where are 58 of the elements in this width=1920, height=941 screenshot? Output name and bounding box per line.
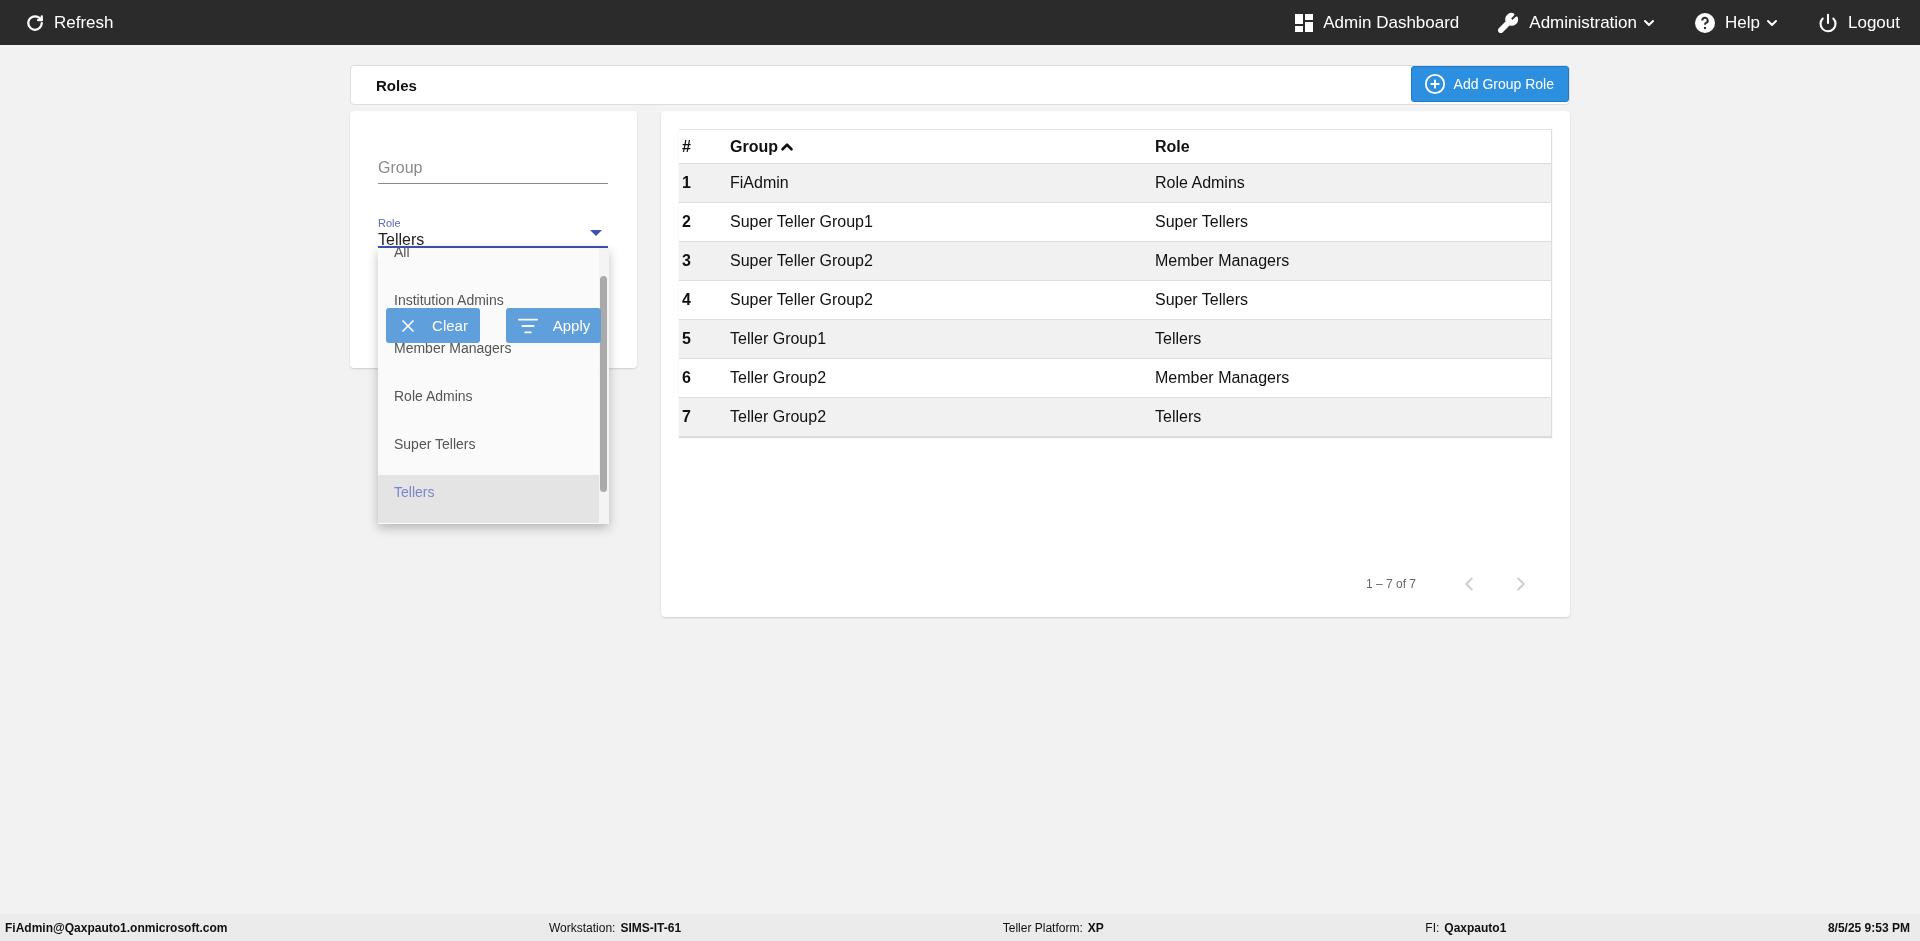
- table-cell-text: Tellers: [1154, 330, 1203, 348]
- table-cell-text: Super Teller Group2: [729, 252, 874, 270]
- power-icon: [1818, 12, 1838, 33]
- status-label: Workstation:: [548, 920, 616, 935]
- table-cell-text: 3: [681, 252, 692, 270]
- table-cell-text: Teller Group1: [729, 330, 828, 348]
- table-cell-text: 6: [681, 369, 692, 387]
- table-row[interactable]: 7 Teller Group2 Tellers: [679, 398, 1551, 437]
- status-label: FI:: [1425, 920, 1440, 935]
- table-row[interactable]: 4 Super Teller Group2 Super Tellers: [679, 281, 1551, 320]
- nav-link[interactable]: Admin Dashboard: [1295, 12, 1460, 33]
- dashboard-icon: [1295, 13, 1314, 32]
- dropdown-option[interactable]: Institution Admins: [394, 292, 504, 308]
- table-row[interactable]: 5 Teller Group1 Tellers: [679, 320, 1551, 359]
- status-value: FiAdmin@Qaxpauto1.onmicrosoft.com: [5, 920, 228, 935]
- table-row[interactable]: 2 Super Teller Group1 Super Tellers: [679, 203, 1551, 242]
- table-cell-text: 7: [681, 408, 692, 426]
- dropdown-option[interactable]: Role Admins: [394, 388, 473, 404]
- table-cell-text: 2: [681, 213, 692, 231]
- table-cell-text: Super Tellers: [1154, 291, 1250, 309]
- refresh-icon: [26, 13, 44, 32]
- nav-link[interactable]: Help: [1695, 12, 1780, 33]
- column-header[interactable]: Group: [727, 137, 1152, 156]
- table-cell-text: Role Admins: [1154, 174, 1246, 192]
- dropdown-option[interactable]: Member Managers: [394, 340, 512, 356]
- table-cell-text: Member Managers: [1154, 369, 1291, 387]
- table-row[interactable]: 1 FiAdmin Role Admins: [679, 164, 1551, 203]
- page-range: 1 – 7 of 7: [1365, 577, 1416, 591]
- table-cell-text: Tellers: [1154, 408, 1203, 426]
- table-cell-text: FiAdmin: [729, 174, 790, 192]
- table-row[interactable]: 3 Super Teller Group2 Member Managers: [679, 242, 1551, 281]
- caret-icon: [590, 230, 602, 236]
- nav-link[interactable]: Logout: [1818, 12, 1900, 33]
- table-cell-text: Super Teller Group1: [729, 213, 874, 231]
- table-cell-text: Teller Group2: [729, 369, 828, 387]
- table-cell-text: Member Managers: [1154, 252, 1291, 270]
- table-cell-text: Super Tellers: [1154, 213, 1250, 231]
- status-value: 8/5/25 9:53 PM: [1827, 920, 1910, 935]
- page-title: Roles: [376, 76, 417, 94]
- scrollbar[interactable]: [599, 248, 609, 524]
- column-header[interactable]: Role: [1152, 137, 1551, 156]
- status-value: Qaxpauto1: [1444, 920, 1507, 935]
- table-cell-text: 1: [681, 174, 692, 192]
- wrench-icon: [1497, 11, 1520, 34]
- dropdown-option[interactable]: Super Tellers: [394, 436, 476, 452]
- nav-link[interactable]: Administration: [1497, 11, 1658, 34]
- table-cell-text: 4: [681, 291, 692, 309]
- table-row[interactable]: 6 Teller Group2 Member Managers: [679, 359, 1551, 398]
- table-cell-text: Teller Group2: [729, 408, 828, 426]
- table-cell-text: 5: [681, 330, 692, 348]
- status-value: XP: [1087, 920, 1104, 935]
- status-value: SIMS-IT-61: [620, 920, 682, 935]
- help-icon: [1695, 12, 1716, 33]
- refresh-button[interactable]: Refresh: [26, 12, 114, 33]
- plus-circle-icon: [1423, 73, 1446, 95]
- column-header[interactable]: #: [679, 137, 727, 156]
- table-cell-text: Super Teller Group2: [729, 291, 874, 309]
- status-label: Teller Platform:: [1002, 920, 1083, 935]
